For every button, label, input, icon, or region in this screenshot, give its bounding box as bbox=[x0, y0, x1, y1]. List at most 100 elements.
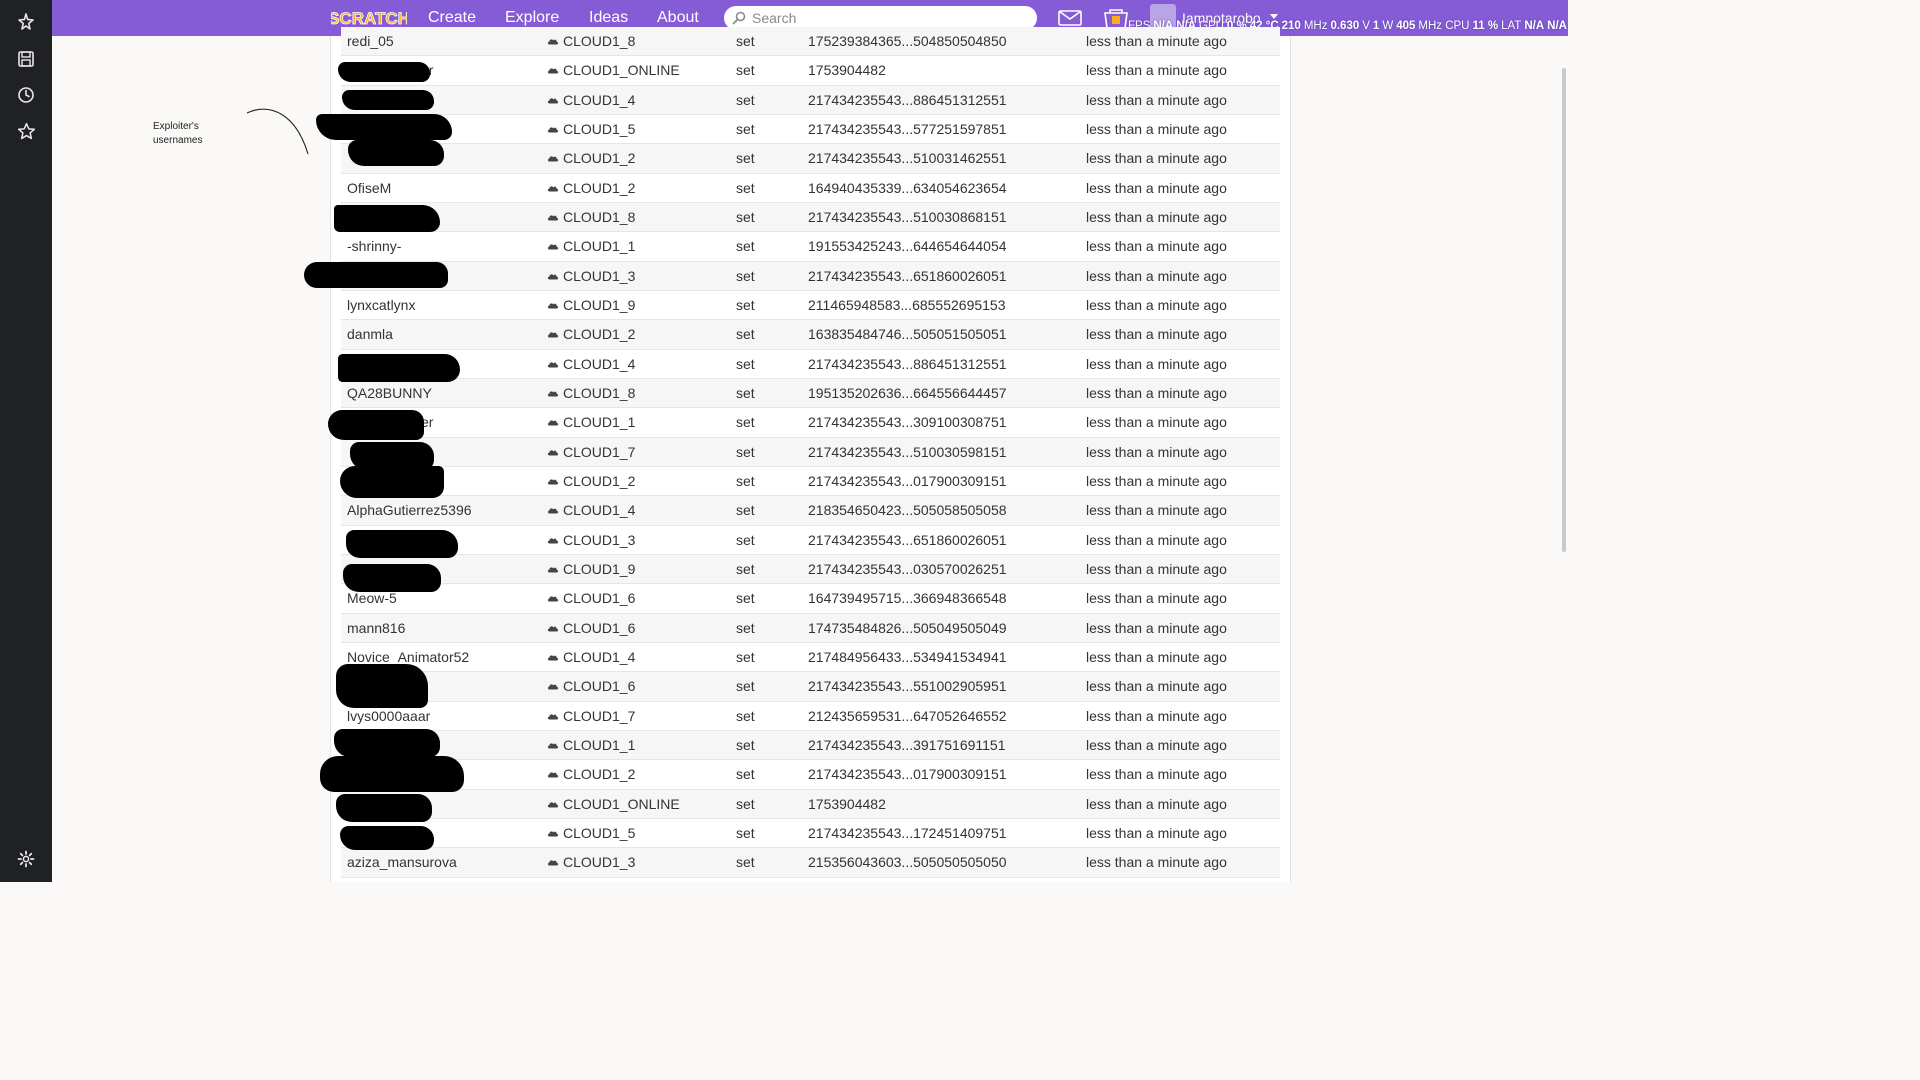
row-action: set bbox=[736, 208, 755, 225]
table-row: Meow-5 CLOUD1_6 set 164739495715...36694836… bbox=[341, 584, 1280, 614]
row-action: set bbox=[736, 502, 755, 519]
row-variable: CLOUD1_8 bbox=[547, 379, 635, 408]
row-time: less than a minute ago bbox=[1086, 531, 1227, 548]
stat-value: 0.630 bbox=[1330, 20, 1360, 32]
row-variable: CLOUD1_1 bbox=[547, 232, 635, 261]
history-icon[interactable] bbox=[14, 83, 38, 107]
stat-value: 405 bbox=[1396, 20, 1416, 32]
table-row: rCLOUD1_4set217434235543...886451312551l… bbox=[341, 85, 1280, 115]
cloud-icon bbox=[547, 801, 559, 808]
row-variable-name: CLOUD1_2 bbox=[563, 472, 636, 489]
row-username[interactable]: lynxcatlynx bbox=[347, 291, 415, 320]
row-action: set bbox=[736, 648, 755, 665]
cloud-icon bbox=[547, 98, 559, 104]
row-variable: CLOUD1_7 bbox=[547, 438, 635, 467]
row-action: set bbox=[736, 355, 755, 372]
row-username[interactable]: OfiseM bbox=[347, 174, 391, 203]
row-value: 217434235543...886451312551 bbox=[808, 355, 1007, 372]
row-action: set bbox=[736, 91, 755, 108]
row-action: set bbox=[736, 150, 755, 167]
row-value: 195135202636...664556644457 bbox=[808, 384, 1007, 401]
redaction-scribble bbox=[346, 530, 458, 558]
row-time: less than a minute ago bbox=[1086, 824, 1227, 841]
table-row: CLOUD1_3 set 217434235543...651860026051 le… bbox=[341, 261, 1280, 291]
cloud-icon bbox=[547, 508, 559, 514]
row-username[interactable]: QA28BUNNY bbox=[347, 379, 432, 408]
row-variable-name: CLOUD1_7 bbox=[563, 707, 636, 724]
row-value: 163835484746...505051505051 bbox=[808, 326, 1007, 343]
cloud-icon bbox=[547, 655, 559, 661]
row-time: less than a minute ago bbox=[1086, 414, 1227, 431]
row-variable-name: CLOUD1_4 bbox=[563, 91, 636, 108]
table-row: OfiseM CLOUD1_2 set 164940435339...63405462… bbox=[341, 174, 1280, 203]
row-username[interactable]: -shrinny- bbox=[347, 232, 401, 261]
cloud-icon bbox=[547, 684, 559, 690]
row-action: set bbox=[736, 267, 755, 284]
row-time: less than a minute ago bbox=[1086, 326, 1227, 343]
scrollbar-thumb[interactable] bbox=[1562, 68, 1566, 552]
search-input[interactable] bbox=[752, 10, 1012, 26]
cloud-icon bbox=[547, 186, 559, 192]
row-variable-name: CLOUD1_ONLINE bbox=[563, 795, 680, 812]
table-row: er CLOUD1_1 set 217434235543...309100308751… bbox=[341, 408, 1280, 438]
row-variable: CLOUD1_9 bbox=[547, 555, 635, 584]
table-row: aziza_mansurova CLOUD1_3 set 215356043603..… bbox=[341, 848, 1280, 878]
row-action: set bbox=[736, 296, 755, 313]
my-stuff-icon[interactable] bbox=[1103, 7, 1129, 29]
row-variable-name: CLOUD1_1 bbox=[563, 736, 636, 753]
row-variable: CLOUD1_2 bbox=[547, 144, 635, 173]
row-value: 164940435339...634054623654 bbox=[808, 179, 1007, 196]
row-variable: CLOUD1_1 bbox=[547, 408, 635, 437]
page-scrollbar[interactable] bbox=[1560, 36, 1568, 882]
row-value: 217434235543...510031462551 bbox=[808, 150, 1007, 167]
row-variable: CLOUD1_4 bbox=[547, 643, 635, 672]
table-row: CLOUD1_5 set 217434235543...172451409751 le… bbox=[341, 819, 1280, 849]
table-row: Novice_Animator52 CLOUD1_4 set 217484956433… bbox=[341, 643, 1280, 673]
row-value: 212435659531...647052646552 bbox=[808, 707, 1007, 724]
redaction-scribble bbox=[342, 90, 434, 110]
row-action: set bbox=[736, 472, 755, 489]
stat-value: N/A bbox=[1547, 20, 1567, 32]
row-username[interactable]: danmla bbox=[347, 320, 393, 349]
row-variable-name: CLOUD1_4 bbox=[563, 648, 636, 665]
redaction-scribble bbox=[338, 354, 460, 382]
row-username[interactable]: mann816 bbox=[347, 614, 405, 643]
row-username[interactable]: aziza_mansurova bbox=[347, 848, 457, 877]
stat-label: V bbox=[1362, 20, 1370, 32]
row-action: set bbox=[736, 766, 755, 783]
extension-icon[interactable] bbox=[14, 10, 38, 34]
row-value: 1753904482 bbox=[808, 795, 886, 812]
row-value: 191553425243...644654644054 bbox=[808, 238, 1007, 255]
row-action: set bbox=[736, 619, 755, 636]
row-action: set bbox=[736, 590, 755, 607]
table-row: lynxcatlynx CLOUD1_9 set 211465948583...685… bbox=[341, 291, 1280, 321]
row-username[interactable]: AlphaGutierrez5396 bbox=[347, 496, 472, 525]
row-variable: CLOUD1_4 bbox=[547, 86, 635, 115]
row-time: less than a minute ago bbox=[1086, 120, 1227, 137]
row-variable-name: CLOUD1_6 bbox=[563, 678, 636, 695]
row-time: less than a minute ago bbox=[1086, 91, 1227, 108]
save-icon[interactable] bbox=[14, 47, 38, 71]
table-row: CLOUD1_2 set 217434235543...017900309151 le… bbox=[341, 467, 1280, 497]
row-variable: CLOUD1_4 bbox=[547, 496, 635, 525]
stat-label: MHz bbox=[1303, 20, 1328, 32]
row-username[interactable]: redi_05 bbox=[347, 27, 394, 56]
row-variable: CLOUD1_7 bbox=[547, 702, 635, 731]
row-value: 164739495715...366948366548 bbox=[808, 590, 1007, 607]
row-variable: CLOUD1_2 bbox=[547, 320, 635, 349]
row-variable-name: CLOUD1_4 bbox=[563, 355, 636, 372]
star-icon[interactable] bbox=[14, 119, 38, 143]
cloud-icon bbox=[547, 860, 559, 866]
row-variable: CLOUD1_6 bbox=[547, 584, 635, 613]
messages-icon[interactable] bbox=[1058, 10, 1082, 26]
table-row: CLOUD1_1 set 217434235543...391751691151 le… bbox=[341, 730, 1280, 761]
row-action: set bbox=[736, 707, 755, 724]
cloud-icon bbox=[547, 362, 559, 368]
row-variable-name: CLOUD1_1 bbox=[563, 238, 636, 255]
settings-icon[interactable] bbox=[14, 847, 38, 871]
table-row: CLOUD1_2 set 217434235543...510031462551 le… bbox=[341, 144, 1280, 174]
row-value: 217434235543...510030868151 bbox=[808, 208, 1007, 225]
cloud-icon bbox=[547, 215, 559, 221]
row-action: set bbox=[736, 531, 755, 548]
scratch-logo-text: SCRATCH bbox=[331, 9, 407, 28]
